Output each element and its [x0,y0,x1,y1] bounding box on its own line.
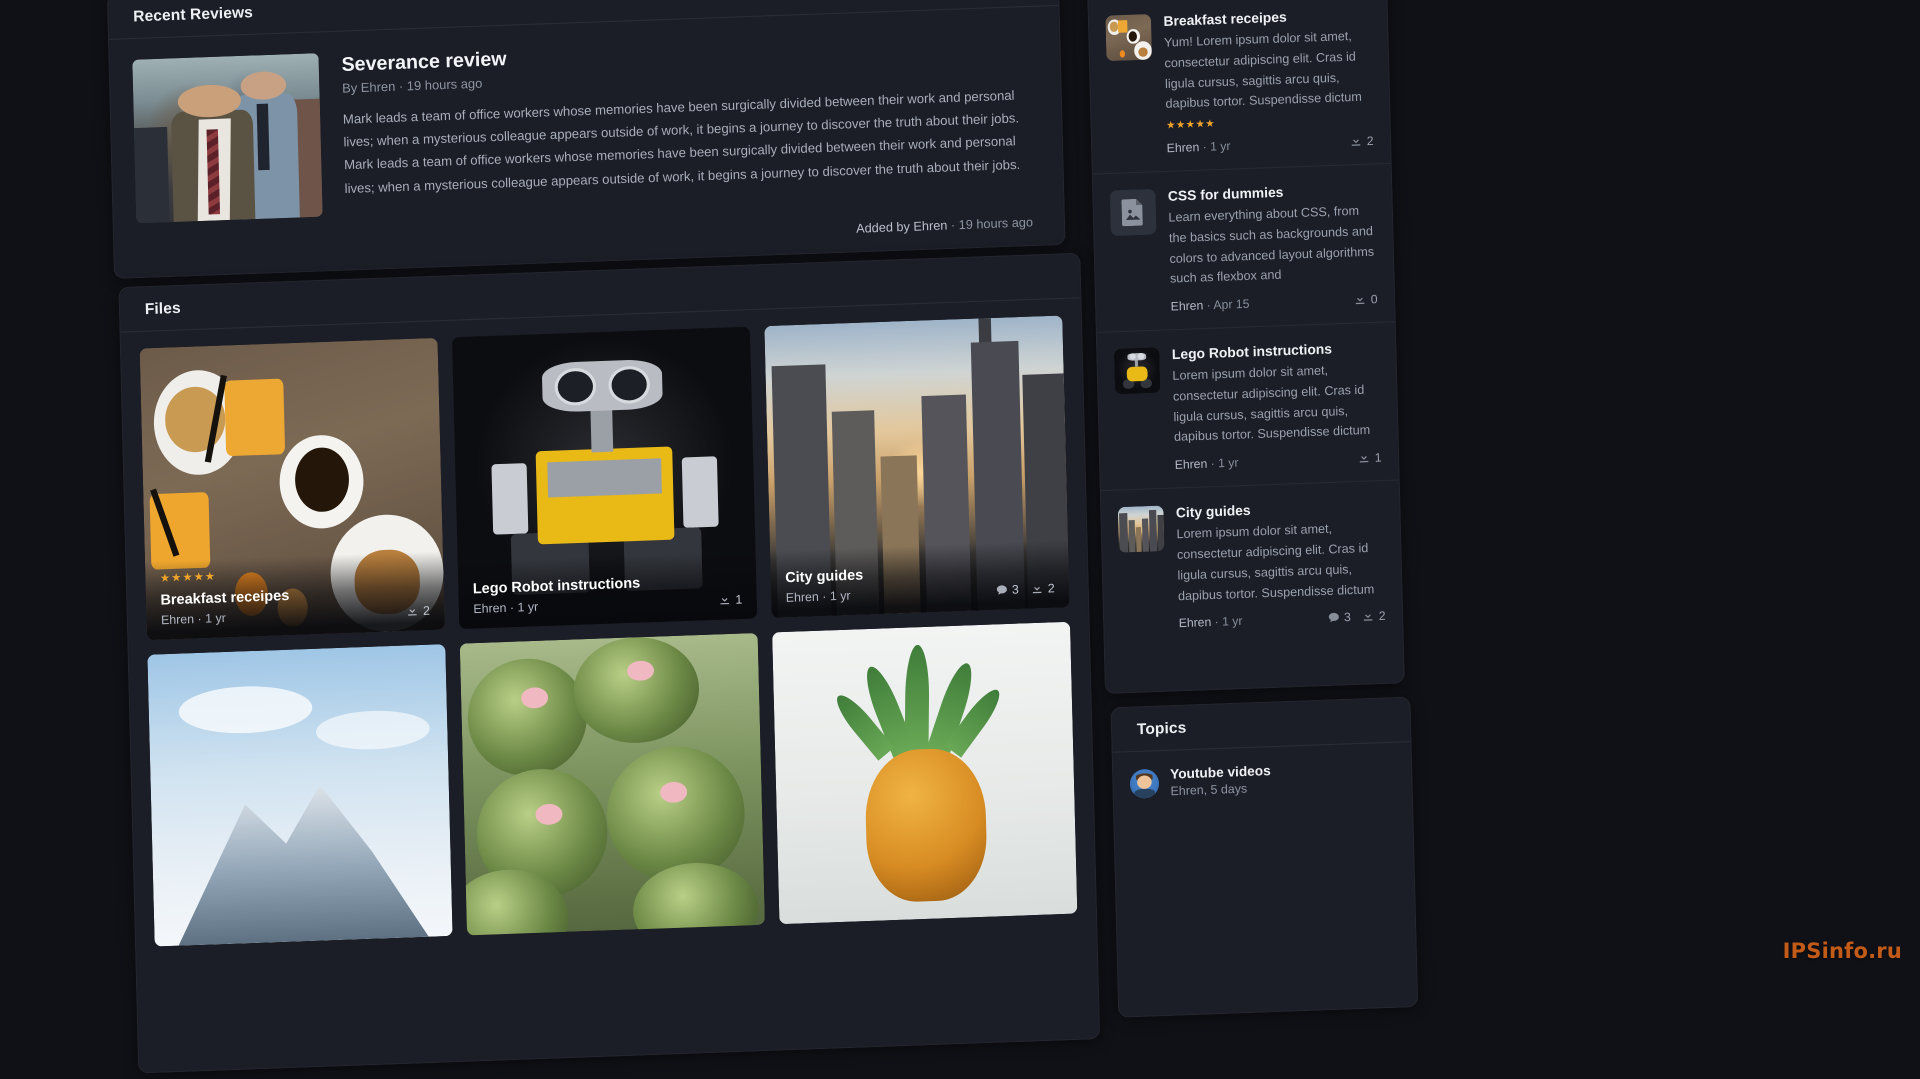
sidebar-file-title[interactable]: City guides [1176,498,1383,521]
topic-meta: Ehren, 5 days [1170,780,1271,798]
file-author-date: Ehren · 1 yr [473,596,641,616]
download-icon [1354,293,1367,306]
files-panel: Files ★★★★★ Breakf [118,253,1100,1074]
download-count-value: 1 [1375,450,1382,465]
topic-title[interactable]: Youtube videos [1170,763,1271,782]
sidebar-file-stats: 0 [1354,292,1378,307]
file-card[interactable] [772,622,1077,924]
file-author-date: Ehren · 1 yr [161,608,290,627]
topics-panel: Topics Youtube videos Ehren, 5 days [1110,697,1418,1018]
download-count-value: 2 [1379,609,1386,624]
avatar [1130,768,1160,798]
files-grid: ★★★★★ Breakfast receipes Ehren · 1 yr 2 [121,298,1097,964]
review-added-author: Added by Ehren [856,218,948,236]
download-count-value: 2 [1367,134,1374,149]
file-thumbnail-mountain [147,644,452,946]
sidebar-file-description: Learn everything about CSS, from the bas… [1168,201,1377,290]
download-count: 1 [1358,450,1382,465]
sidebar-file-author: Ehren [1179,615,1212,631]
download-icon [1362,610,1375,623]
sidebar-thumbnail-city [1118,506,1165,553]
download-count-value: 2 [423,603,430,618]
download-count: 2 [1350,134,1374,149]
sidebar-file-item[interactable]: Lego Robot instructions Lorem ipsum dolo… [1097,322,1399,491]
sidebar-file-author: Ehren [1171,298,1204,314]
review-added-time: · 19 hours ago [951,215,1033,232]
sidebar-file-byline: Ehren · 1 yr [1175,455,1239,472]
sidebar-files-panel: Download multiple versions of the Invisi… [1084,0,1405,694]
file-card[interactable] [147,644,452,946]
file-rating-stars [785,560,863,563]
sidebar-file-author: Ehren [1167,140,1200,156]
download-count-value: 1 [735,592,742,607]
file-image-icon [1121,199,1144,227]
sidebar-thumbnail-document [1110,189,1157,236]
file-title[interactable]: Breakfast receipes [160,587,289,608]
comment-icon [995,584,1008,597]
sidebar-file-date: · 1 yr [1202,139,1230,154]
sidebar-file-item[interactable]: City guides Lorem ipsum dolor sit amet, … [1101,481,1403,649]
sidebar-file-byline: Ehren · Apr 15 [1171,297,1250,314]
recent-reviews-panel: Recent Reviews Severance review By Ehren… [107,0,1066,279]
sidebar-thumbnail-breakfast [1105,14,1152,61]
file-card[interactable] [460,633,765,935]
sidebar-file-date: · Apr 15 [1206,297,1249,313]
sidebar-rating-stars: ★★★★★ [1166,113,1373,132]
file-stats: 2 [406,603,430,618]
topic-item[interactable]: Youtube videos Ehren, 5 days [1113,742,1412,816]
file-title[interactable]: Lego Robot instructions [473,574,641,597]
download-icon [1358,452,1371,465]
download-count: 2 [1362,609,1386,624]
file-author-date: Ehren · 1 yr [786,588,864,605]
sidebar-file-title[interactable]: Lego Robot instructions [1172,340,1379,363]
page-stage: Recent Reviews Severance review By Ehren… [0,0,1920,1032]
sidebar-file-date: · 1 yr [1215,614,1243,629]
comment-count-value: 3 [1012,582,1019,597]
sidebar-file-description: Yum! Lorem ipsum dolor sit amet, consect… [1164,26,1373,115]
file-card[interactable]: ★★★★★ Breakfast receipes Ehren · 1 yr 2 [140,338,445,640]
download-count-value: 2 [1048,581,1055,596]
file-thumbnail-pineapple [772,622,1077,924]
file-title[interactable]: City guides [785,566,863,585]
site-watermark: IPSinfo.ru [1783,939,1902,963]
download-count: 0 [1354,292,1378,307]
file-stats: 1 [719,592,743,607]
file-card[interactable]: Lego Robot instructions Ehren · 1 yr 1 [452,327,757,629]
review-item[interactable]: Severance review By Ehren · 19 hours ago… [109,6,1064,273]
file-rating-stars: ★★★★★ [160,569,289,585]
sidebar-thumbnail-lego [1114,347,1161,394]
comment-count: 3 [995,582,1019,597]
download-count: 2 [1031,581,1055,596]
sidebar-file-stats: 1 [1358,450,1382,465]
comment-count-value: 3 [1344,610,1351,625]
download-count-value: 0 [1371,292,1378,307]
review-thumbnail[interactable] [132,53,322,223]
sidebar-file-author: Ehren [1175,457,1208,473]
file-rating-stars [472,568,639,574]
sidebar-file-byline: Ehren · 1 yr [1167,139,1231,156]
sidebar-file-description: Lorem ipsum dolor sit amet, consectetur … [1176,518,1385,607]
download-count: 1 [719,592,743,607]
sidebar-file-item[interactable]: CSS for dummies Learn everything about C… [1093,164,1395,333]
file-card[interactable]: City guides Ehren · 1 yr 3 2 [764,315,1069,617]
sidebar-file-stats: 2 [1350,134,1374,149]
download-icon [406,605,419,618]
comment-count: 3 [1327,610,1351,625]
download-icon [1350,135,1363,148]
download-icon [719,593,732,606]
file-thumbnail-cactus [460,633,765,935]
sidebar-file-stats: 3 2 [1327,609,1385,626]
sidebar-file-date: · 1 yr [1210,455,1238,470]
file-stats: 3 2 [995,581,1055,598]
sidebar-file-item[interactable]: Breakfast receipes Yum! Lorem ipsum dolo… [1088,0,1390,175]
sidebar-file-description: Lorem ipsum dolor sit amet, consectetur … [1172,359,1381,448]
sidebar-file-title[interactable]: Breakfast receipes [1163,6,1370,29]
sidebar-file-byline: Ehren · 1 yr [1179,614,1243,631]
sidebar-file-title[interactable]: CSS for dummies [1168,181,1375,204]
comment-icon [1327,611,1340,624]
download-count: 2 [406,603,430,618]
download-icon [1031,582,1044,595]
